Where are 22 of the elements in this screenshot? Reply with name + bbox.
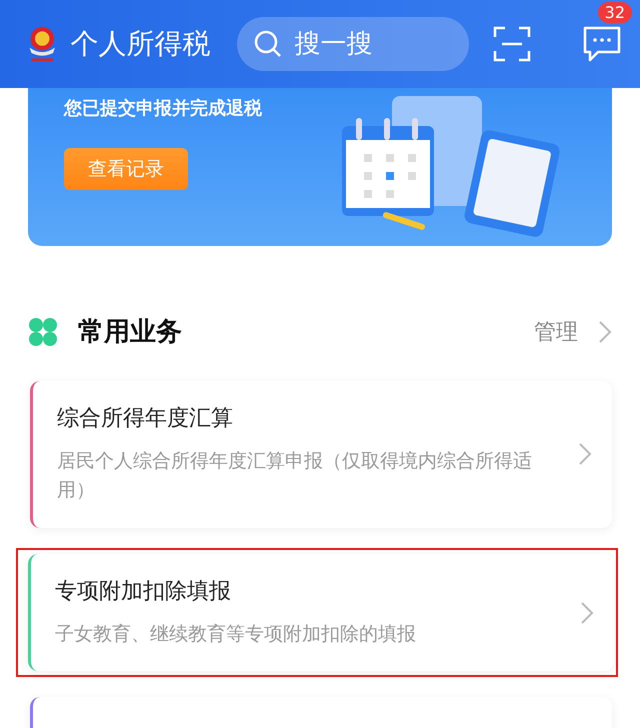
service-card[interactable]: 综合所得年度汇算 居民个人综合所得年度汇算申报（仅取得境内综合所得适用） bbox=[30, 381, 612, 528]
scan-button[interactable] bbox=[492, 25, 531, 63]
service-title: 专项附加扣除填报 bbox=[55, 578, 232, 606]
apps-icon bbox=[28, 316, 58, 346]
scan-icon bbox=[492, 26, 531, 62]
service-description: 子女教育、继续教育等专项附加扣除的填报 bbox=[55, 622, 417, 647]
service-card[interactable]: 专项附加扣除填报 子女教育、继续教育等专项附加扣除的填报 bbox=[28, 554, 614, 672]
search-bar[interactable]: 搜一搜 bbox=[236, 17, 469, 71]
messages-button[interactable] bbox=[582, 25, 622, 63]
search-icon bbox=[252, 29, 282, 59]
service-description: 居民个人综合所得年度汇算申报（仅取得境内综合所得适用） bbox=[57, 449, 533, 504]
chat-icon bbox=[582, 25, 622, 63]
section-title: 常用业务 bbox=[78, 316, 183, 349]
banner-text: 您已提交申报并完成退税 bbox=[64, 97, 262, 120]
search-input[interactable]: 搜一搜 bbox=[292, 28, 446, 60]
manage-link[interactable]: 管理 bbox=[534, 316, 578, 346]
chevron-right-icon bbox=[578, 442, 592, 466]
chevron-right-icon bbox=[580, 600, 594, 625]
service-title: 综合所得年度汇算 bbox=[57, 405, 234, 433]
chevron-right-icon bbox=[598, 320, 612, 344]
unread-count-badge: 32 bbox=[598, 2, 632, 23]
app-title: 个人所得税 bbox=[70, 26, 210, 62]
